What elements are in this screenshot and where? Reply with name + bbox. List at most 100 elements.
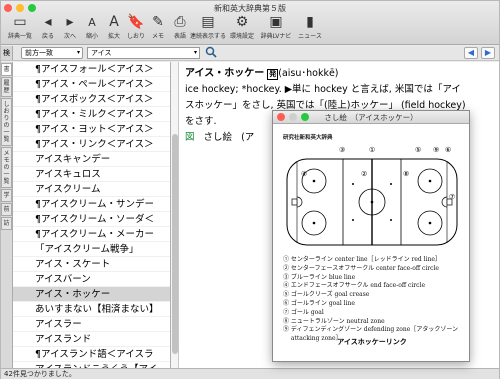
- toolbar-button[interactable]: ▭ 辞典一覧: [3, 12, 37, 44]
- search-input[interactable]: アイス ▾: [87, 47, 200, 59]
- search-tab[interactable]: 検: [1, 46, 13, 60]
- forward-arrow-icon: ▸: [66, 14, 74, 30]
- toolbar-button-label: 連続表示する: [190, 33, 227, 40]
- side-tab[interactable]: メモの一覧: [1, 147, 12, 188]
- toolbar-button[interactable]: ✎ メモ: [147, 12, 169, 44]
- list-item[interactable]: ¶アイス・ペール＜アイス＞: [13, 77, 170, 92]
- search-icon[interactable]: [205, 46, 217, 61]
- app-window: 新和英大辞典第５版 ▭ 辞典一覧 ◂ 戻る ▸ 次へ A 縮小 A 拡大 🔖 しおり ✎ メモ ⎙ 表語 ▤ 連続…: [0, 0, 500, 379]
- toolbar-button[interactable]: ▤ 連続表示する: [190, 12, 227, 44]
- side-tab[interactable]: 履歴: [1, 77, 12, 97]
- legend-entry: ⑤ ゴールクリーズ goal crease: [283, 291, 370, 299]
- rink-figure: 研究社新和英大辞典 ① ② ③ ④ ⑤ ⑥ ⑦ ⑧ ⑨ ① センターライン ce…: [283, 133, 461, 355]
- news-icon: ▮: [306, 14, 314, 30]
- history-nav: ◀ ▶: [464, 47, 495, 59]
- history-back-button[interactable]: ◀: [464, 47, 478, 59]
- side-tab[interactable]: 訪: [1, 217, 12, 230]
- list-item[interactable]: ¶アイス・ミルク＜アイス＞: [13, 107, 170, 122]
- list-item[interactable]: アイスラー: [13, 317, 170, 332]
- rink-number-label: ⑥: [445, 146, 451, 154]
- list-item[interactable]: ¶アイスボックス＜アイス＞: [13, 92, 170, 107]
- list-item[interactable]: ¶アイス・リンク＜アイス＞: [13, 137, 170, 152]
- history-forward-button[interactable]: ▶: [481, 47, 495, 59]
- search-mode-value: 前方一致: [25, 49, 53, 57]
- legend: ① センターライン center line［レッドライン red line］ ② …: [283, 256, 461, 344]
- toolbar-button[interactable]: 🔖 しおり: [125, 12, 147, 44]
- rink-diagram: ① ② ③ ④ ⑤ ⑥ ⑦ ⑧ ⑨: [286, 146, 458, 246]
- toolbar-button-label: 拡大: [107, 33, 120, 40]
- search-mode-select[interactable]: 前方一致 ▾: [21, 47, 83, 59]
- side-tab[interactable]: 前: [1, 203, 12, 216]
- toolbar-button-label: 戻る: [41, 33, 54, 40]
- toolbar-button-label: 次へ: [63, 33, 76, 40]
- toolbar-button-label: ニュース: [298, 33, 322, 40]
- list-item[interactable]: アイス・スケート: [13, 257, 170, 272]
- toolbar-button-label: 表語: [173, 33, 186, 40]
- rink-number-label: ⑧: [403, 170, 409, 178]
- title-bar: 新和英大辞典第５版 ▭ 辞典一覧 ◂ 戻る ▸ 次へ A 縮小 A 拡大 🔖 しおり ✎ メモ ⎙ 表語 ▤ 連続…: [1, 1, 499, 45]
- toolbar-button-label: 縮小: [85, 33, 98, 40]
- legend-entry: ⑦ ゴール goal: [283, 308, 324, 316]
- legend-entry: ⑥ ゴールライン goal line: [283, 299, 355, 307]
- toolbar-button[interactable]: ⚙ 環境設定: [225, 12, 259, 44]
- side-tab[interactable]: 書: [1, 63, 12, 76]
- rink-number-label: ⑨: [433, 146, 439, 154]
- list-item[interactable]: ¶アイスクリーム・サンデー: [13, 197, 170, 212]
- rink-number-label: ⑤: [415, 146, 421, 154]
- rink-number-label: ③: [339, 146, 345, 154]
- status-bar: 42件見つかりました。: [1, 368, 499, 379]
- memo-icon: ✎: [152, 14, 164, 30]
- print-icon: ⎙: [174, 14, 186, 30]
- list-item[interactable]: 「アイスクリーム戦争」: [13, 242, 170, 257]
- headword: アイス・ホッケー: [185, 68, 265, 79]
- figure-paren: (ア: [241, 132, 255, 143]
- toolbar-button[interactable]: A 縮小: [81, 12, 103, 44]
- list-item[interactable]: アイスキュロス: [13, 167, 170, 182]
- toolbar-button[interactable]: ◂ 戻る: [37, 12, 59, 44]
- lv-navi-icon: ▣: [269, 14, 283, 30]
- list-item[interactable]: ¶アイスクリーム・メーカー: [13, 227, 170, 242]
- list-item[interactable]: あいすまない【相済まない】: [13, 302, 170, 317]
- list-item[interactable]: ¶アイスランド語＜アイスラ: [13, 347, 170, 362]
- list-item[interactable]: ¶アイスフォール＜アイス＞: [13, 62, 170, 77]
- list-item[interactable]: アイス・ホッケー: [13, 287, 170, 302]
- toolbar: ▭ 辞典一覧 ◂ 戻る ▸ 次へ A 縮小 A 拡大 🔖 しおり ✎ メモ ⎙ 表語 ▤ 連続表示する ⚙ 環境設定 ▣…: [3, 12, 327, 44]
- list-item[interactable]: ¶アイス・ヨット＜アイス＞: [13, 122, 170, 137]
- toolbar-button[interactable]: A 拡大: [103, 12, 125, 44]
- side-tab[interactable]: 学: [1, 189, 12, 202]
- search-query: アイス: [91, 49, 112, 57]
- chevron-down-icon: ▾: [76, 49, 80, 56]
- toolbar-button[interactable]: ▸ 次へ: [59, 12, 81, 44]
- back-arrow-icon: ◂: [44, 14, 52, 30]
- illustration-title-bar: さし絵 （アイスホッケー）: [273, 111, 469, 124]
- toolbar-button-label: 辞典一覧: [7, 33, 32, 40]
- side-tabs: 書履歴 しおりの一覧 メモの一覧学前訪: [1, 62, 13, 368]
- settings-icon: ⚙: [235, 14, 249, 30]
- legend-entry: ④ エンドフェースオフサークル end face-off circle: [283, 282, 425, 290]
- toolbar-button-label: 辞典LVナビ: [260, 33, 292, 40]
- list-item[interactable]: アイスランド: [13, 332, 170, 347]
- result-list-scrollbar[interactable]: [171, 62, 179, 368]
- dictionary-list-icon: ▭: [13, 14, 27, 30]
- scrollbar-thumb[interactable]: [172, 134, 178, 354]
- rink-number-label: ①: [369, 146, 375, 154]
- toolbar-button[interactable]: ▮ ニュース: [293, 12, 327, 44]
- article-line: ice hockey; *hockey. ▶単に hockey と言えば, 米国…: [185, 84, 461, 95]
- figure-title: アイスホッケーリンク: [337, 338, 407, 346]
- pronunciation: (aisu･hokkē): [278, 68, 339, 79]
- list-item[interactable]: アイスクリーム: [13, 182, 170, 197]
- list-item[interactable]: アイスバーン: [13, 272, 170, 287]
- rink-number-label: ⑦: [449, 193, 455, 201]
- toolbar-button[interactable]: ⎙ 表語: [169, 12, 191, 44]
- toolbar-button-label: しおり: [126, 33, 145, 40]
- figure-link[interactable]: さし絵: [204, 132, 233, 143]
- side-tab[interactable]: しおりの一覧: [1, 98, 12, 146]
- list-item[interactable]: アイスキャンデー: [13, 152, 170, 167]
- search-bar: 検 前方一致 ▾ アイス ▾ ◀ ▶: [1, 46, 499, 61]
- toolbar-button[interactable]: ▣ 辞典LVナビ: [259, 12, 293, 44]
- bookmark-icon: 🔖: [127, 14, 145, 30]
- rink-number-label: ②: [361, 170, 367, 178]
- list-item[interactable]: ¶アイスクリーム・ソーダ＜: [13, 212, 170, 227]
- toolbar-button-label: メモ: [151, 33, 164, 40]
- result-list: ¶アイスフォール＜アイス＞ ¶アイス・ペール＜アイス＞ ¶アイスボックス＜アイス＞ ¶…: [13, 62, 171, 368]
